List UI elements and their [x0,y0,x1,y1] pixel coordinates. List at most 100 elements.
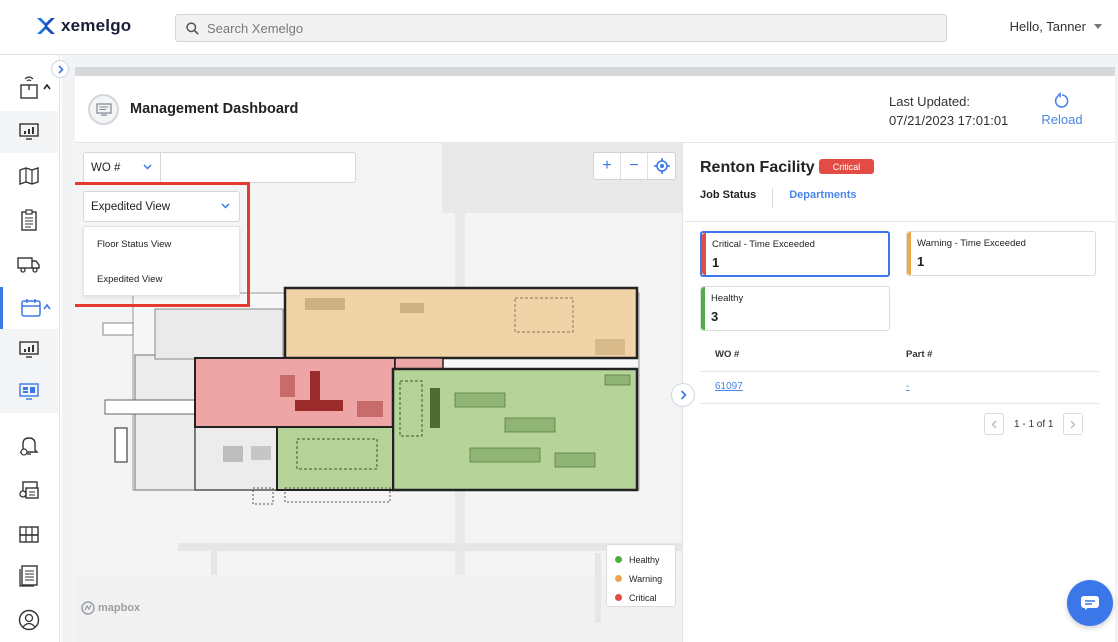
equipment [504,417,556,433]
filter-field-select[interactable]: WO # [83,152,161,183]
equipment [469,447,541,463]
chat-support-button[interactable] [1067,580,1113,626]
sidebar-item-scheduling[interactable] [0,287,58,329]
sidebar-item-work-orders[interactable] [0,199,58,241]
map-structure [114,427,128,463]
dashboard-card: Management Dashboard Last Updated: 07/21… [75,76,1115,642]
chevron-down-icon [143,164,152,170]
prev-page-button[interactable] [984,413,1004,435]
stat-value: 3 [711,309,719,324]
sidebar-item-users[interactable] [0,599,58,641]
sidebar-item-inventory-settings[interactable] [0,469,58,511]
sidebar-item-reports[interactable] [0,555,58,597]
package-rfid-icon [20,76,38,99]
tab-departments[interactable]: Departments [772,188,872,208]
user-circle-icon [18,609,40,631]
chevron-right-icon [1070,420,1076,428]
stat-card-warning[interactable]: Warning - Time Exceeded 1 [906,231,1096,276]
brand-logo[interactable]: xemelgo [37,16,131,36]
equipment [251,446,271,460]
chevron-up-icon [43,84,51,90]
legend-item: Critical [615,588,675,607]
stat-label: Warning - Time Exceeded [917,238,1026,249]
sidebar-item-pallets[interactable] [0,513,58,555]
dashboard-chart-icon [19,341,39,358]
next-page-button[interactable] [1063,413,1084,435]
equipment [223,446,243,462]
search-bar[interactable] [175,14,947,42]
sidebar-expand-button[interactable] [51,60,69,78]
facility-map[interactable]: WO # Expedited View Floor Status View Ex… [75,143,683,642]
sidebar-item-management-dashboard[interactable] [0,371,58,413]
sidebar-item-schedule-dashboard[interactable] [0,329,58,371]
recenter-button[interactable] [648,153,675,179]
chevron-left-icon [991,420,997,428]
table-cell-part-link[interactable]: - [906,381,909,392]
table-divider [700,403,1099,404]
table-cell-wo-link[interactable]: 61097 [715,381,743,392]
inventory-settings-icon [19,481,39,499]
monitor-dashboard-icon [19,383,39,400]
reload-label: Reload [1041,112,1083,127]
stat-card-critical[interactable]: Critical - Time Exceeded 1 [700,231,890,277]
tab-job-status[interactable]: Job Status [700,188,772,208]
facility-panel: Renton Facility Critical Job Status Depa… [684,143,1115,642]
zoom-in-button[interactable]: + [594,153,622,179]
content-top-strip [75,67,1115,76]
status-bar-critical [702,233,706,275]
user-menu[interactable]: Hello, Tanner [1010,19,1102,34]
column-header-wo[interactable]: WO # [715,349,739,360]
stat-label: Critical - Time Exceeded [712,239,815,250]
last-updated-label: Last Updated: [889,94,970,109]
status-bar-warning [907,232,911,275]
equipment [595,339,625,355]
stat-value: 1 [712,255,720,270]
mapbox-attribution[interactable]: mapbox [81,601,140,615]
panel-toggle-button[interactable] [671,383,695,407]
dashboard-chart-icon [19,123,39,140]
sidebar-item-alerts[interactable] [0,425,58,467]
chevron-right-icon [57,64,64,74]
equipment [554,452,596,468]
calendar-icon [20,299,41,317]
dashboard-header: Management Dashboard Last Updated: 07/21… [75,76,1115,143]
dashboard-badge-icon [88,94,119,125]
map-structure [102,322,134,336]
map-zoom-controls: + − [593,152,676,180]
last-updated: Last Updated: 07/21/2023 17:01:01 [889,92,1008,130]
legend-label: Critical [629,592,657,603]
chat-icon [1081,596,1099,610]
crosshair-icon [653,158,670,174]
equipment [430,388,440,428]
zone-healthy [276,426,394,491]
legend-dot-healthy [615,556,622,563]
legend-label: Healthy [629,554,660,565]
filter-field-label: WO # [91,161,121,174]
sidebar-item-map[interactable] [0,155,58,197]
report-list-icon [19,565,38,587]
pagination-label: 1 - 1 of 1 [1014,418,1054,430]
reload-button[interactable]: Reload [1041,92,1083,127]
equipment [357,401,383,417]
chevron-right-icon [680,390,687,400]
search-input[interactable] [207,20,907,36]
equipment [305,298,345,310]
map-structure [104,399,196,415]
equipment [280,375,295,397]
sidebar-item-dashboard[interactable] [0,111,58,153]
stat-card-healthy[interactable]: Healthy 3 [700,286,890,331]
truck-icon [17,257,40,273]
sidebar-item-shipments[interactable] [0,243,58,285]
xemelgo-logo-icon [37,18,55,34]
zone-gray [134,354,196,491]
sidebar-item-asset-tracking[interactable] [0,67,58,109]
mapbox-label: mapbox [98,602,141,614]
zoom-out-button[interactable]: − [621,153,649,179]
equipment [400,303,424,313]
filter-value-input[interactable] [161,152,356,183]
user-greeting: Hello, Tanner [1009,19,1086,34]
brand-name: xemelgo [61,16,132,35]
column-header-part[interactable]: Part # [906,349,932,360]
legend-item: Healthy [615,550,675,569]
map-road [595,553,601,623]
